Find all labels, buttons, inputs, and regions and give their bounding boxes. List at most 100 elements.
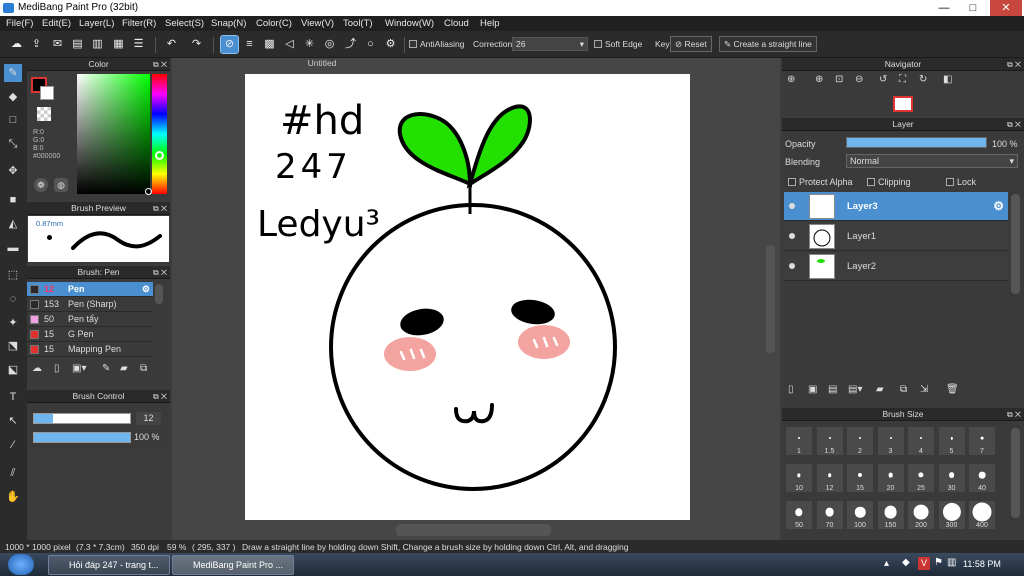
menu-tool[interactable]: Tool(T) [343,18,373,29]
palette-icon[interactable]: ◍ [54,178,68,192]
menu-snap[interactable]: Snap(N) [211,18,246,29]
saturation-value-picker[interactable] [77,74,150,194]
close-button[interactable]: ✕ [990,0,1022,16]
brush-list-scrollbar[interactable] [155,284,163,304]
brush-item-pen-tay[interactable]: 50 Pen tẩy [27,312,153,327]
layer-opacity-slider[interactable] [846,137,987,148]
document-icon[interactable]: ▤ [69,36,86,53]
new-layer-3-icon[interactable]: ▤ [828,384,837,395]
hue-slider-handle[interactable] [155,151,164,160]
visibility-eye-icon[interactable] [789,263,795,269]
trash-icon[interactable]: 🗑 [946,384,959,395]
color-picker-handle[interactable] [145,188,152,195]
brush-tool-icon[interactable]: ✎ [4,64,22,82]
text-tool-icon[interactable]: T [4,388,22,406]
blending-select[interactable]: Normal ▾ [846,154,1018,168]
add-brush-icon[interactable]: ▣▾ [72,363,86,374]
reset-button[interactable]: ⊘ Reset [670,36,712,52]
taskbar-item-browser[interactable]: Hỏi đáp 247 - trang t... [48,555,170,575]
fill-rect-tool-icon[interactable]: ■ [4,191,22,209]
menu-filter[interactable]: Filter(R) [122,18,156,29]
panel-controls-icon[interactable]: ⧉ ✕ [1007,118,1021,131]
undo-icon[interactable]: ↶ [163,36,180,53]
circle-snap-icon[interactable]: ○ [362,36,379,53]
brush-item-pen-sharp[interactable]: 153 Pen (Sharp) [27,297,153,312]
note-icon[interactable]: ▥ [89,36,106,53]
panel-controls-icon[interactable]: ⧉ ✕ [153,266,167,279]
grid-snap-icon[interactable]: ▩ [261,36,278,53]
maximize-button[interactable]: □ [959,0,987,16]
brush-size-option[interactable]: 30 [937,463,966,493]
brush-size-option[interactable]: 200 [907,500,935,530]
brush-size-option[interactable]: 12 [815,463,844,493]
menu-cloud[interactable]: Cloud [444,18,469,29]
protect-alpha-checkbox[interactable]: Protect Alpha [788,177,853,187]
brush-size-option[interactable]: 10 [785,463,813,493]
brush-size-option[interactable]: 1 [785,426,813,456]
rotate-left-icon[interactable]: ↺ [879,74,887,85]
panel-controls-icon[interactable]: ⧉ ✕ [153,58,167,71]
menu-view[interactable]: View(V) [301,18,334,29]
drawing-canvas[interactable]: #hd 247 Ledyu³ [245,74,690,520]
hue-slider[interactable] [152,74,167,194]
eraser-tool-icon[interactable]: ◆ [4,88,22,106]
panel-controls-icon[interactable]: ⧉ ✕ [1007,408,1021,421]
color-wheel-icon[interactable]: ❁ [34,178,48,192]
menu-layer[interactable]: Layer(L) [79,18,114,29]
gear-icon[interactable]: ⚙ [142,282,150,297]
flip-icon[interactable]: ◧ [943,74,952,85]
curve-snap-icon[interactable]: ⤴ [342,36,359,53]
duplicate-layer-icon[interactable]: ⧉ [900,384,907,395]
zoom-in-icon[interactable]: ⊕ [787,74,795,85]
panel-controls-icon[interactable]: ⧉ ✕ [153,202,167,215]
brush-item-pen[interactable]: 12 Pen ⚙ [27,282,153,297]
brush-size-option[interactable]: 300 [937,500,966,530]
menu-edit[interactable]: Edit(E) [42,18,71,29]
menu-help[interactable]: Help [480,18,500,29]
hand-tool-icon[interactable]: ✋ [4,488,22,506]
cloud-brush-icon[interactable]: ☁ [32,363,42,374]
transparent-swatch[interactable] [37,107,51,121]
brush-opacity-slider[interactable] [33,432,131,443]
tray-app-icon[interactable]: ◆ [902,557,910,568]
select-tool-icon[interactable]: ⬚ [4,266,22,284]
start-button[interactable] [8,554,34,575]
share-icon[interactable]: ⇪ [28,36,45,53]
brush-size-option[interactable]: 5 [937,426,966,456]
perspective-snap-icon[interactable]: ◁ [281,36,298,53]
visibility-eye-icon[interactable] [789,233,795,239]
zoom-in-2-icon[interactable]: ⊕ [815,74,823,85]
layer-row-layer1[interactable]: Layer1 [784,222,1008,251]
brush-item-g-pen[interactable]: 15 G Pen [27,327,153,342]
brush-size-option[interactable]: 100 [846,500,874,530]
brush-size-option[interactable]: 400 [968,500,996,530]
brush-size-option[interactable]: 3 [876,426,905,456]
rotate-right-icon[interactable]: ↻ [919,74,927,85]
brush-size-option[interactable]: 150 [876,500,905,530]
layer-row-layer3[interactable]: Layer3 ⚙ [784,192,1008,221]
taskbar-item-medibang[interactable]: MediBang Paint Pro ... [172,555,294,575]
tray-chevron-icon[interactable]: ▴ [884,558,889,569]
tray-v-icon[interactable]: V [918,557,930,570]
canvas-horizontal-scrollbar[interactable] [396,524,551,536]
canvas-vertical-scrollbar[interactable] [766,245,775,353]
panel-controls-icon[interactable]: ⧉ ✕ [153,390,167,403]
create-straight-line-button[interactable]: ✎ Create a straight line [719,36,817,52]
menu-color[interactable]: Color(C) [256,18,292,29]
lock-checkbox[interactable]: Lock [946,177,976,187]
brush-size-scrollbar[interactable] [1011,428,1020,518]
zoom-out-icon[interactable]: ⊖ [855,74,863,85]
new-layer-icon[interactable]: ▯ [788,384,794,395]
menu-select[interactable]: Select(S) [165,18,204,29]
bucket-tool-icon[interactable]: ◭ [4,215,22,233]
snap-off-icon[interactable]: ⊘ [220,35,239,54]
new-layer-2-icon[interactable]: ▣ [808,384,817,395]
comment-icon[interactable]: ✉ [49,36,66,53]
brush-size-slider[interactable] [33,413,131,424]
panel-controls-icon[interactable]: ⧉ ✕ [1007,58,1021,71]
folder-icon[interactable]: ▰ [120,363,128,374]
navigator-thumbnail[interactable] [893,96,913,112]
select-pen-icon[interactable]: ⬔ [4,337,22,355]
dot-tool-icon[interactable]: ⤡ [4,135,22,153]
brush-size-option[interactable]: 2 [846,426,874,456]
